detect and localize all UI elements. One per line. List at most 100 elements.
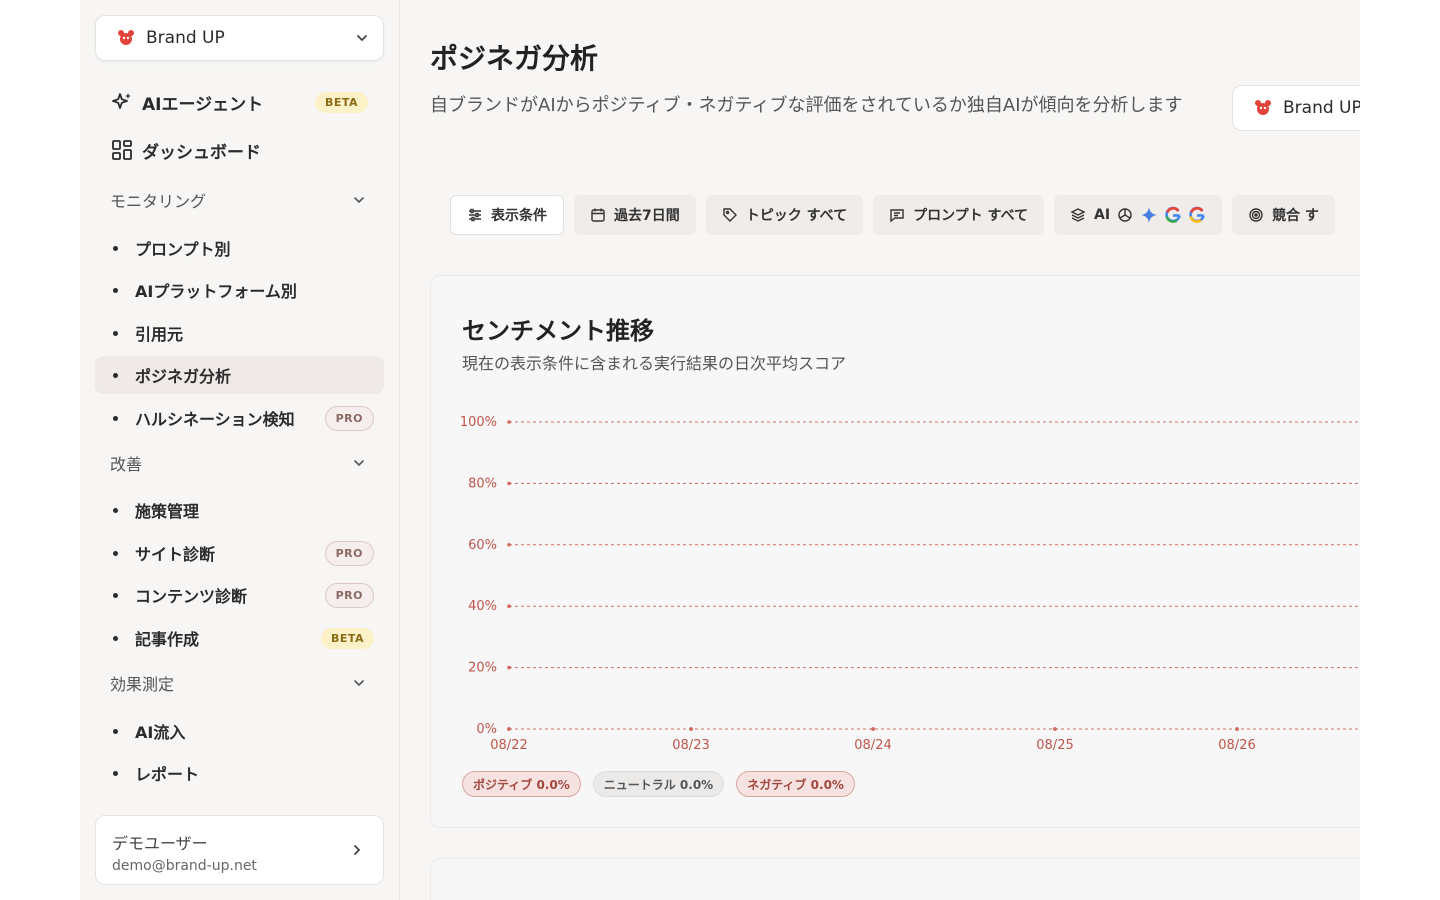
- sparkle-icon: [110, 90, 134, 114]
- beta-badge: BETA: [320, 627, 374, 649]
- section-monitoring[interactable]: モニタリング: [95, 182, 384, 218]
- brand-selector[interactable]: Brand UP: [95, 15, 384, 61]
- bullet: [113, 592, 118, 598]
- chevron-down-icon: [354, 680, 364, 687]
- y-tick-mark: [507, 481, 511, 486]
- nav-posi-nega-label: ポジネガ分析: [135, 367, 232, 386]
- filter-topic-button[interactable]: トピック すべて: [705, 195, 864, 235]
- bullet: [113, 330, 118, 336]
- filter-conditions-button[interactable]: 表示条件: [450, 195, 564, 235]
- x-tick-label: 08/22: [490, 738, 527, 753]
- nav-hallucination[interactable]: ハルシネーション検知 PRO: [95, 399, 384, 437]
- nav-citations[interactable]: 引用元: [95, 314, 384, 352]
- brand-switch-label: Brand UP: [1283, 98, 1360, 118]
- data-point: [1053, 727, 1057, 731]
- target-icon: [1248, 207, 1264, 223]
- data-point: [1235, 727, 1239, 731]
- y-tick-mark: [507, 543, 511, 547]
- nav-citations-label: 引用元: [135, 325, 184, 344]
- nav-prompt[interactable]: プロンプト別: [95, 229, 384, 267]
- x-tick-label: 08/25: [1036, 738, 1073, 753]
- pro-badge: PRO: [324, 405, 374, 431]
- bullet: [113, 287, 118, 293]
- section-monitoring-label: モニタリング: [110, 192, 207, 211]
- nav-article-writing-label: 記事作成: [135, 630, 200, 649]
- google-icon: [1164, 206, 1182, 224]
- bullet: [113, 770, 118, 776]
- filter-ai-button[interactable]: AI: [1054, 195, 1223, 235]
- tag-icon: [722, 207, 738, 223]
- card-title: センチメント推移: [462, 317, 654, 345]
- nav-ai-agent-label: AIエージェント: [142, 94, 264, 115]
- section-improve[interactable]: 改善: [95, 445, 384, 481]
- chevron-down-icon: [354, 197, 364, 204]
- main-content: ポジネガ分析 自ブランドがAIからポジティブ・ネガティブな評価をされているか独自…: [430, 0, 1360, 900]
- filter-prompt-label: プロンプト すべて: [913, 208, 1029, 224]
- nav-content-diagnosis[interactable]: コンテンツ診断 PRO: [95, 576, 384, 614]
- bullet: [113, 415, 118, 421]
- x-tick-label: 08/24: [854, 738, 891, 753]
- nav-measures[interactable]: 施策管理: [95, 491, 384, 529]
- legend-positive[interactable]: ポジティブ 0.0%: [462, 771, 581, 797]
- page-title: ポジネガ分析: [430, 42, 599, 75]
- chevron-down-icon: [354, 460, 364, 467]
- x-tick-label: 08/26: [1218, 738, 1255, 753]
- google-icon: [1188, 206, 1206, 224]
- dashboard-grid-icon: [110, 138, 134, 162]
- nav-ai-inflow[interactable]: AI流入: [95, 712, 384, 750]
- y-tick-label: 100%: [460, 415, 497, 430]
- filter-period-label: 過去7日間: [614, 208, 680, 224]
- filter-competitor-label: 競合 す: [1272, 208, 1319, 224]
- filter-topic-label: トピック すべて: [745, 208, 848, 224]
- filter-period-button[interactable]: 過去7日間: [574, 195, 696, 235]
- nav-dashboard-label: ダッシュボード: [142, 142, 261, 163]
- beta-badge: BETA: [314, 91, 368, 113]
- y-tick-label: 80%: [468, 476, 497, 491]
- calendar-icon: [590, 207, 606, 223]
- gemini-icon: [1140, 206, 1158, 224]
- nav-site-diagnosis[interactable]: サイト診断 PRO: [95, 534, 384, 572]
- message-icon: [889, 207, 905, 223]
- nav-ai-agent[interactable]: AIエージェント BETA: [95, 82, 384, 122]
- data-point: [689, 727, 693, 731]
- nav-article-writing[interactable]: 記事作成 BETA: [95, 619, 384, 657]
- nav-posi-nega[interactable]: ポジネガ分析: [95, 356, 384, 394]
- brand-switch-button[interactable]: Brand UP: [1232, 85, 1360, 131]
- bullet: [113, 550, 118, 556]
- nav-report[interactable]: レポート: [95, 754, 384, 792]
- nav-content-diagnosis-label: コンテンツ診断: [135, 587, 248, 606]
- nav-report-label: レポート: [135, 765, 200, 784]
- y-tick-label: 60%: [468, 538, 497, 553]
- filter-conditions-label: 表示条件: [491, 208, 547, 224]
- page-description: 自ブランドがAIからポジティブ・ネガティブな評価をされているか独自AIが傾向を分…: [430, 95, 1183, 116]
- pro-badge: PRO: [324, 582, 374, 608]
- nav-ai-inflow-label: AI流入: [135, 723, 186, 742]
- y-tick-mark: [507, 665, 511, 670]
- bullet: [113, 728, 118, 734]
- legend-neutral[interactable]: ニュートラル 0.0%: [592, 771, 725, 797]
- filter-competitor-button[interactable]: 競合 す: [1232, 195, 1335, 235]
- sliders-icon: [467, 207, 483, 223]
- nav-ai-platform[interactable]: AIプラットフォーム別: [95, 271, 384, 309]
- brand-logo-icon: [1255, 100, 1271, 115]
- sentiment-chart: 100% 80% 60% 40% 20% 0%08/22 08/23 08/24 08/25 08…: [460, 415, 1360, 753]
- openai-icon: [1116, 206, 1134, 224]
- section-measure-label: 効果測定: [110, 675, 175, 694]
- y-tick-label: 0%: [476, 722, 497, 737]
- section-measure[interactable]: 効果測定: [95, 665, 384, 701]
- nav-measures-label: 施策管理: [135, 502, 200, 521]
- legend-negative[interactable]: ネガティブ 0.0%: [736, 771, 855, 797]
- chevron-right-icon: [354, 845, 361, 855]
- next-card: [430, 858, 1360, 900]
- chart-legend: ポジティブ 0.0% ニュートラル 0.0% ネガティブ 0.0%: [462, 771, 855, 797]
- x-tick-label: 08/23: [672, 738, 709, 753]
- app-frame: Brand UP AIエージェント BETA ダッシュボード モニタリング プロ…: [80, 0, 1360, 900]
- nav-prompt-label: プロンプト別: [135, 240, 231, 259]
- nav-site-diagnosis-label: サイト診断: [135, 545, 216, 564]
- filter-prompt-button[interactable]: プロンプト すべて: [873, 195, 1045, 235]
- y-tick-mark: [507, 420, 511, 424]
- nav-dashboard[interactable]: ダッシュボード: [95, 130, 384, 170]
- nav-hallucination-label: ハルシネーション検知: [135, 410, 295, 429]
- user-menu[interactable]: デモユーザー demo@brand-up.net: [95, 815, 384, 885]
- y-tick-mark: [507, 604, 511, 608]
